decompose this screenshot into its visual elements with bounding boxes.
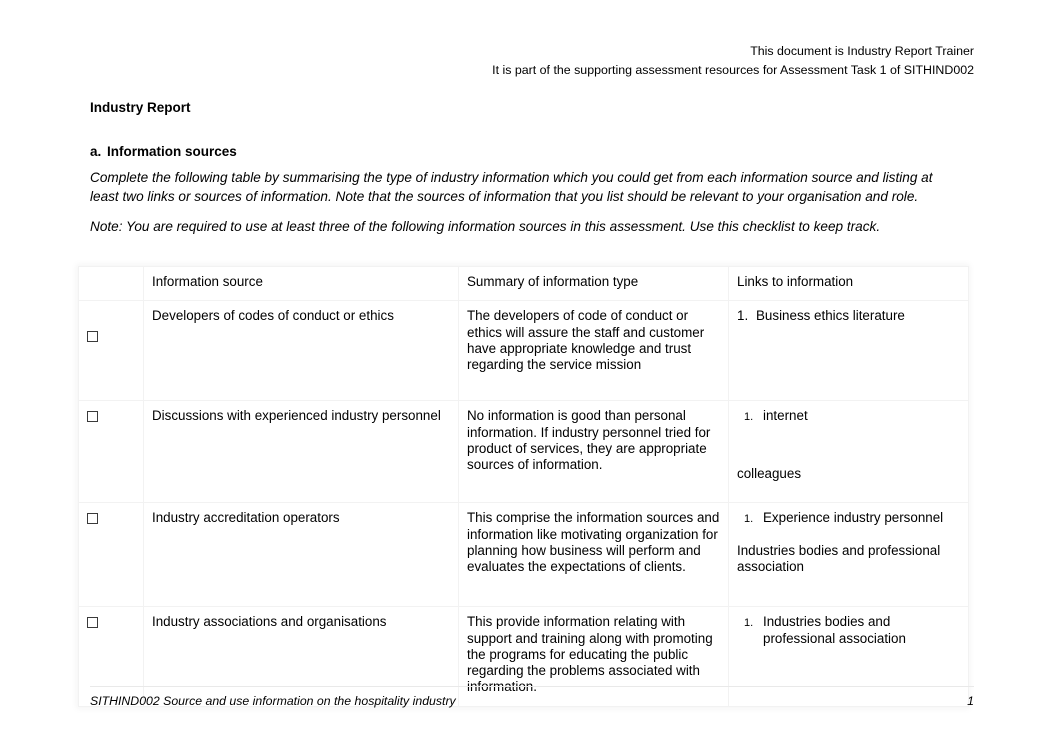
list-number: 1.	[744, 411, 754, 424]
section-heading: a. Information sources	[90, 144, 976, 160]
links-list: 1. Industries bodies and professional ass…	[737, 614, 960, 647]
extra-link-text: Industries bodies and professional assoc…	[737, 542, 941, 574]
row-source-cell: Discussions with experienced industry pe…	[143, 400, 459, 504]
checkbox-icon[interactable]	[87, 513, 98, 525]
row-checkbox-cell[interactable]	[78, 400, 144, 504]
instruction-paragraph: Complete the following table by summaris…	[90, 170, 933, 205]
list-item: 1. Industries bodies and professional ass…	[737, 614, 960, 647]
header-label-summary: Summary of information type	[467, 274, 639, 289]
list-item: 1. Business ethics literature	[737, 308, 960, 324]
header-cell-links: Links to information	[728, 265, 969, 302]
checklist-table-container: Information source Summary of informatio…	[78, 265, 969, 707]
checkbox-icon[interactable]	[87, 331, 98, 343]
document-body: Industry Report a. Information sources Co…	[90, 100, 976, 236]
footer-page-number: 1	[967, 694, 974, 708]
table-header-row: Information source Summary of informatio…	[78, 265, 969, 302]
row-links-cell: 1. internet colleagues	[728, 400, 969, 504]
list-item: 1. internet	[737, 408, 960, 424]
document-footer: SITHIND002 Source and use information on…	[90, 686, 974, 710]
list-text: Business ethics literature	[756, 308, 905, 324]
extra-link-text: colleagues	[737, 465, 802, 481]
footer-text: SITHIND002 Source and use information on…	[90, 694, 456, 708]
section-marker: a.	[90, 143, 102, 159]
list-number: 1.	[744, 617, 754, 630]
header-line-1: This document is Industry Report Trainer	[750, 44, 974, 58]
row-checkbox-cell[interactable]	[78, 300, 144, 402]
row-summary-cell: The developers of code of conduct or eth…	[458, 300, 729, 402]
table-row: Discussions with experienced industry pe…	[78, 400, 969, 504]
links-list: 1. Business ethics literature	[737, 308, 960, 324]
header-label-links: Links to information	[737, 274, 854, 289]
links-list: 1. internet	[737, 408, 960, 424]
table-row: Industry accreditation operators This co…	[78, 502, 969, 608]
row-summary-cell: No information is good than personal inf…	[458, 400, 729, 504]
page-title: Industry Report	[90, 100, 191, 115]
list-text: Industries bodies and professional assoc…	[763, 614, 906, 646]
row-source-cell: Industry accreditation operators	[143, 502, 459, 608]
list-item: 1. Experience industry personnel	[737, 510, 960, 526]
list-number: 1.	[744, 513, 754, 526]
row-links-cell: 1. Business ethics literature	[728, 300, 969, 402]
row-checkbox-cell[interactable]	[78, 502, 144, 608]
list-text: Experience industry personnel	[763, 510, 944, 526]
note-paragraph: Note: You are required to use at least t…	[90, 218, 881, 234]
list-number: 1.	[737, 308, 749, 324]
links-list: 1. Experience industry personnel	[737, 510, 960, 526]
header-cell-summary: Summary of information type	[458, 265, 729, 302]
row-links-cell: 1. Experience industry personnel Industri…	[728, 502, 969, 608]
list-text: internet	[763, 408, 808, 424]
header-cell-source: Information source	[143, 265, 459, 302]
row-source-cell: Developers of codes of conduct or ethics	[143, 300, 459, 402]
document-running-header: This document is Industry Report Trainer…	[90, 42, 974, 80]
header-cell-checkbox	[78, 265, 144, 302]
header-line-2: It is part of the supporting assessment …	[492, 63, 974, 77]
row-summary-cell: This comprise the information sources an…	[458, 502, 729, 608]
header-label-source: Information source	[152, 274, 263, 289]
checkbox-icon[interactable]	[87, 617, 98, 629]
checklist-table: Information source Summary of informatio…	[78, 265, 969, 707]
section-heading-label: Information sources	[107, 143, 237, 159]
document-page: This document is Industry Report Trainer…	[0, 0, 1062, 751]
checkbox-icon[interactable]	[87, 411, 98, 423]
table-row: Developers of codes of conduct or ethics…	[78, 300, 969, 402]
